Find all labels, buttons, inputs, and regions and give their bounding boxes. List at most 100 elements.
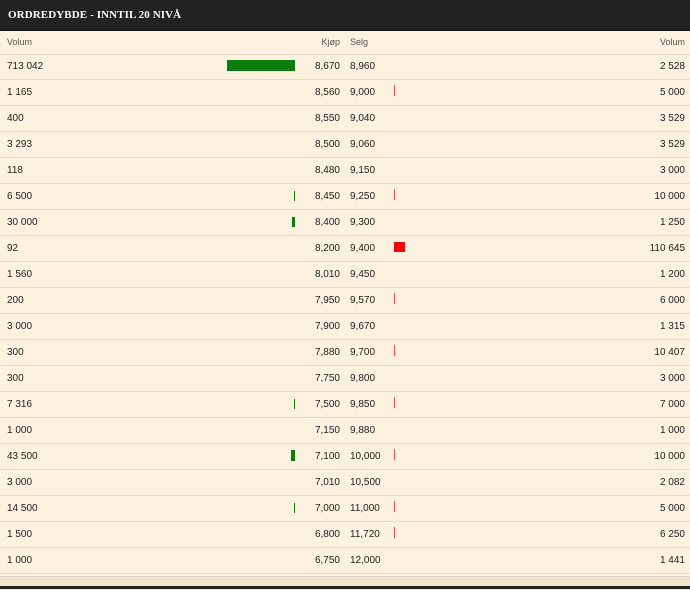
sell-depth-bar bbox=[394, 345, 395, 356]
sell-price-cell: 9,060 bbox=[350, 139, 376, 150]
buy-volume-cell: 43 500 bbox=[7, 451, 38, 462]
order-row: 1 165 8,560 9,000 5 000 bbox=[0, 80, 690, 106]
sell-depth-bar bbox=[394, 449, 395, 460]
order-row: 3 000 7,010 10,500 2 082 bbox=[0, 470, 690, 496]
panel-titlebar: ORDREDYBDE - INNTIL 20 NIVÅ bbox=[0, 0, 690, 31]
buy-volume-cell: 1 000 bbox=[7, 555, 33, 566]
sell-price-cell: 9,040 bbox=[350, 113, 376, 124]
buy-volume-cell: 3 293 bbox=[7, 139, 33, 150]
buy-volume-cell: 1 560 bbox=[7, 269, 33, 280]
buy-depth-bar bbox=[291, 450, 295, 461]
sell-volume-cell: 1 000 bbox=[659, 425, 685, 436]
order-row: 6 500 8,450 9,250 10 000 bbox=[0, 184, 690, 210]
sell-volume-cell: 2 528 bbox=[659, 61, 685, 72]
header-sell-price: Selg bbox=[350, 37, 369, 47]
order-row: 1 560 8,010 9,450 1 200 bbox=[0, 262, 690, 288]
order-row: 14 500 7,000 11,000 5 000 bbox=[0, 496, 690, 522]
sell-price-cell: 9,700 bbox=[350, 347, 376, 358]
buy-price-cell: 7,010 bbox=[314, 477, 340, 488]
sell-price-cell: 9,800 bbox=[350, 373, 376, 384]
sell-price-cell: 8,960 bbox=[350, 61, 376, 72]
buy-depth-bar bbox=[227, 60, 295, 71]
sell-depth-bar bbox=[394, 189, 395, 200]
buy-volume-cell: 400 bbox=[7, 113, 24, 124]
buy-price-cell: 8,500 bbox=[314, 139, 340, 150]
order-row: 30 000 8,400 9,300 1 250 bbox=[0, 210, 690, 236]
sell-volume-cell: 3 529 bbox=[659, 139, 685, 150]
buy-price-cell: 7,150 bbox=[314, 425, 340, 436]
order-row: 92 8,200 9,400 110 645 bbox=[0, 236, 690, 262]
sell-price-cell: 9,670 bbox=[350, 321, 376, 332]
sell-volume-cell: 1 315 bbox=[659, 321, 685, 332]
buy-price-cell: 7,880 bbox=[314, 347, 340, 358]
buy-volume-cell: 6 500 bbox=[7, 191, 33, 202]
sell-price-cell: 9,300 bbox=[350, 217, 376, 228]
order-row: 7 316 7,500 9,850 7 000 bbox=[0, 392, 690, 418]
panel-title: ORDREDYBDE - INNTIL 20 NIVÅ bbox=[8, 9, 182, 21]
sell-depth-bar bbox=[394, 501, 395, 512]
buy-volume-cell: 1 000 bbox=[7, 425, 33, 436]
buy-depth-bar bbox=[294, 191, 295, 201]
order-row: 3 000 7,900 9,670 1 315 bbox=[0, 314, 690, 340]
sell-volume-cell: 10 407 bbox=[654, 347, 685, 358]
order-row: 1 000 7,150 9,880 1 000 bbox=[0, 418, 690, 444]
buy-volume-cell: 3 000 bbox=[7, 321, 33, 332]
buy-price-cell: 7,100 bbox=[314, 451, 340, 462]
sell-volume-cell: 6 000 bbox=[659, 295, 685, 306]
buy-price-cell: 8,400 bbox=[314, 217, 340, 228]
sell-price-cell: 10,000 bbox=[350, 451, 381, 462]
sell-volume-cell: 7 000 bbox=[659, 399, 685, 410]
order-row: 400 8,550 9,040 3 529 bbox=[0, 106, 690, 132]
buy-volume-cell: 7 316 bbox=[7, 399, 33, 410]
sell-volume-cell: 1 250 bbox=[659, 217, 685, 228]
sell-price-cell: 12,000 bbox=[350, 555, 381, 566]
sell-price-cell: 10,500 bbox=[350, 477, 381, 488]
sell-volume-cell: 1 441 bbox=[659, 555, 685, 566]
sell-price-cell: 11,720 bbox=[350, 529, 380, 540]
sell-volume-cell: 10 000 bbox=[654, 451, 685, 462]
sell-volume-cell: 3 000 bbox=[659, 373, 685, 384]
header-buy-price: Kjøp bbox=[321, 37, 340, 47]
sell-price-cell: 11,000 bbox=[350, 503, 380, 514]
order-row: 200 7,950 9,570 6 000 bbox=[0, 288, 690, 314]
order-row: 3 293 8,500 9,060 3 529 bbox=[0, 132, 690, 158]
sell-price-cell: 9,400 bbox=[350, 243, 376, 254]
buy-price-cell: 8,200 bbox=[314, 243, 340, 254]
sell-price-cell: 9,880 bbox=[350, 425, 376, 436]
sell-price-cell: 9,570 bbox=[350, 295, 376, 306]
order-row: 300 7,750 9,800 3 000 bbox=[0, 366, 690, 392]
buy-price-cell: 7,500 bbox=[314, 399, 340, 410]
buy-depth-bar bbox=[294, 503, 295, 513]
buy-price-cell: 8,450 bbox=[314, 191, 340, 202]
buy-price-cell: 7,750 bbox=[314, 373, 340, 384]
order-row: 118 8,480 9,150 3 000 bbox=[0, 158, 690, 184]
buy-depth-bar bbox=[294, 399, 295, 409]
header-buy-volume: Volum bbox=[7, 37, 33, 47]
buy-price-cell: 6,800 bbox=[314, 529, 340, 540]
buy-price-cell: 7,900 bbox=[314, 321, 340, 332]
sell-price-cell: 9,150 bbox=[350, 165, 376, 176]
buy-price-cell: 8,550 bbox=[314, 113, 340, 124]
buy-volume-cell: 1 500 bbox=[7, 529, 33, 540]
sell-volume-cell: 110 645 bbox=[649, 243, 685, 254]
buy-volume-cell: 713 042 bbox=[7, 61, 44, 72]
sell-depth-bar bbox=[394, 293, 395, 304]
sell-depth-bar bbox=[394, 85, 395, 96]
sell-depth-bar bbox=[394, 397, 395, 408]
buy-price-cell: 6,750 bbox=[314, 555, 340, 566]
sell-depth-bar bbox=[394, 242, 405, 252]
buy-price-cell: 7,950 bbox=[314, 295, 340, 306]
buy-volume-cell: 200 bbox=[7, 295, 24, 306]
order-book-rows: 713 042 8,670 8,960 2 528 1 165 8,560 9,000 5 0… bbox=[0, 54, 690, 574]
sell-volume-cell: 5 000 bbox=[659, 503, 685, 514]
sell-volume-cell: 3 529 bbox=[659, 113, 685, 124]
buy-depth-bar bbox=[292, 217, 295, 227]
order-row: 300 7,880 9,700 10 407 bbox=[0, 340, 690, 366]
sell-volume-cell: 2 082 bbox=[659, 477, 685, 488]
sell-depth-bar bbox=[394, 527, 395, 538]
order-row: 43 500 7,100 10,000 10 000 bbox=[0, 444, 690, 470]
sell-price-cell: 9,450 bbox=[350, 269, 376, 280]
order-depth-panel: ORDREDYBDE - INNTIL 20 NIVÅ Volum Kjøp S… bbox=[0, 0, 690, 590]
buy-price-cell: 8,670 bbox=[314, 61, 340, 72]
buy-price-cell: 8,560 bbox=[314, 87, 340, 98]
